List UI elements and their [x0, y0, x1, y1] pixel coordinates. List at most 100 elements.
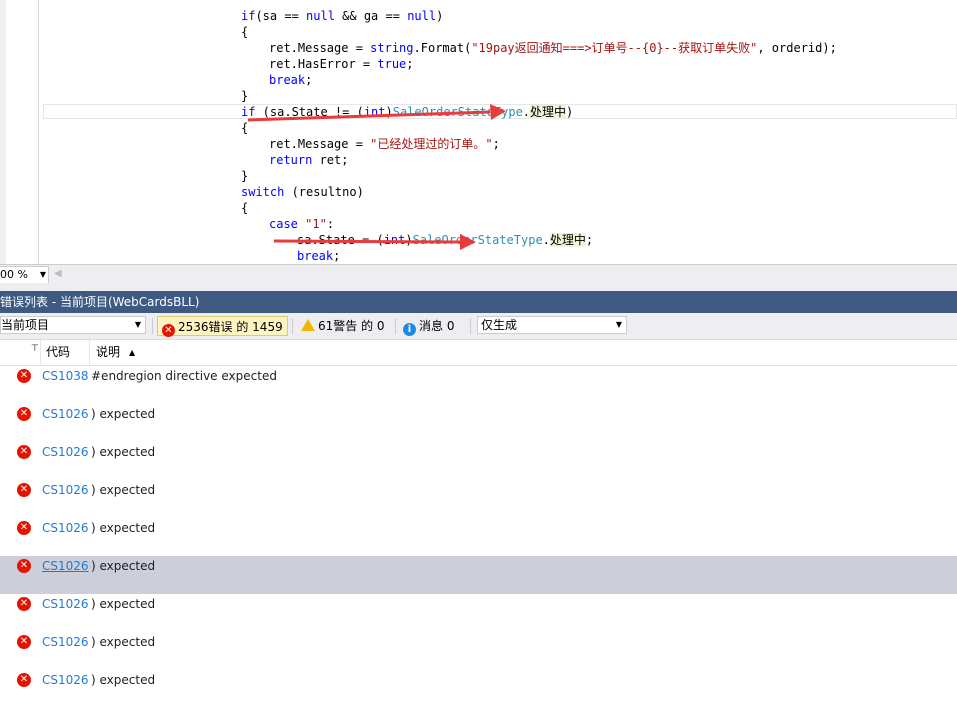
filter-icon[interactable]: ⊤ [31, 340, 39, 365]
error-code-link[interactable]: CS1026 [42, 407, 89, 421]
code-token: ; [492, 137, 500, 151]
toolbar-divider [470, 318, 471, 334]
error-description: ) expected [91, 635, 156, 649]
code-token: (sa == [255, 9, 307, 23]
column-divider [89, 340, 90, 365]
code-line: } [241, 168, 248, 184]
scroll-left-icon[interactable]: ◀ [54, 268, 62, 279]
red-arrow-2 [273, 234, 476, 250]
error-icon: ✕ [17, 673, 31, 687]
error-code-link[interactable]: CS1026 [42, 635, 89, 649]
build-filter-dropdown[interactable]: 仅生成 ▼ [477, 316, 627, 334]
code-token: (resultno) [284, 185, 364, 199]
keyword-token: null [407, 9, 437, 23]
keyword-token: if [241, 9, 256, 23]
messages-filter-button[interactable]: i 消息 0 [399, 316, 465, 336]
error-icon: ✕ [17, 445, 31, 459]
error-description: ) expected [91, 597, 156, 611]
table-row[interactable]: ✕ CS1026) expected [0, 670, 957, 708]
string-token: "已经处理过的订单。" [370, 137, 493, 151]
zoom-dropdown[interactable]: 00 % ▼ [0, 266, 49, 284]
error-description: ) expected [91, 559, 156, 573]
code-token: { [241, 201, 249, 215]
table-row[interactable]: ✕ CS1026) expected [0, 518, 957, 556]
code-line: ret.Message = string.Format("19pay返回通知==… [269, 40, 837, 56]
code-line: ret.HasError = true; [269, 56, 414, 72]
scope-dropdown[interactable]: 当前项目 ▼ [0, 316, 146, 334]
code-token: ret.Message = [269, 137, 371, 151]
table-row[interactable]: ✕ CS1026) expected [0, 556, 957, 594]
toolbar-divider [292, 318, 293, 334]
table-row[interactable]: ✕ CS1026) expected [0, 480, 957, 518]
column-header-desc[interactable]: 说明 [96, 340, 120, 365]
editor-gutter-divider [38, 0, 39, 264]
code-line: return ret; [269, 152, 348, 168]
error-code-link[interactable]: CS1026 [42, 521, 89, 535]
code-token: { [241, 25, 249, 39]
code-token: } [241, 169, 249, 183]
error-icon: ✕ [17, 521, 31, 535]
table-row[interactable]: ✕ CS1026) expected [0, 594, 957, 632]
error-icon: ✕ [17, 597, 31, 611]
code-token: ret.HasError = [269, 57, 378, 71]
warnings-filter-button[interactable]: 61警告 的 0 [297, 316, 389, 336]
error-code-link[interactable]: CS1038 [42, 369, 89, 383]
error-code-link[interactable]: CS1026 [42, 483, 89, 497]
keyword-token: true [377, 57, 407, 71]
string-token: "19pay返回通知===>订单号--{0}--获取订单失败" [471, 41, 758, 55]
table-row[interactable]: ✕ CS1026) expected [0, 442, 957, 480]
error-icon: ✕ [17, 407, 31, 421]
error-code-link[interactable]: CS1026 [42, 559, 89, 573]
build-filter-value: 仅生成 [481, 318, 518, 332]
code-line: break; [269, 72, 312, 88]
scope-value: 当前项目 [1, 318, 50, 332]
column-header-code[interactable]: 代码 [46, 340, 70, 365]
keyword-token: string [370, 41, 414, 55]
sort-ascending-icon: ▲ [129, 348, 136, 357]
code-token: ; [305, 73, 313, 87]
code-token: 处理中 [549, 233, 586, 247]
toolbar-divider [152, 318, 153, 334]
error-list-header: ⊤ 代码 说明 ▲ [0, 340, 957, 366]
error-icon: ✕ [17, 369, 31, 383]
editor-margin [0, 0, 6, 264]
error-code-link[interactable]: CS1026 [42, 445, 89, 459]
code-line: { [241, 24, 248, 40]
table-row[interactable]: ✕ CS1026) expected [0, 404, 957, 442]
error-icon: ✕ [17, 483, 31, 497]
info-icon: i [403, 323, 416, 336]
code-line: if(sa == null && ga == null) [241, 8, 443, 24]
errors-filter-button[interactable]: ✕ 2536错误 的 1459 [157, 316, 288, 337]
error-code-link[interactable]: CS1026 [42, 597, 89, 611]
toolbar-divider [395, 318, 396, 334]
code-token: ret; [312, 153, 349, 167]
keyword-token: return [269, 153, 313, 167]
code-line: switch (resultno) [241, 184, 364, 200]
code-token: ; [406, 57, 414, 71]
editor-status-bar: 00 % ▼ ◀ [0, 264, 957, 284]
error-description: ) expected [91, 521, 156, 535]
error-description: #endregion directive expected [91, 369, 277, 383]
code-editor[interactable]: if(sa == null && ga == null){ret.Message… [0, 0, 957, 264]
zoom-value: 00 % [0, 268, 28, 281]
chevron-down-icon: ▼ [39, 270, 46, 279]
error-icon: ✕ [162, 324, 175, 337]
code-line: ret.Message = "已经处理过的订单。"; [269, 136, 500, 152]
keyword-token: break [269, 73, 306, 87]
code-token: && ga == [334, 9, 408, 23]
errors-count: 2536错误 的 1459 [178, 320, 283, 334]
table-row[interactable]: ✕ CS1026) expected [0, 632, 957, 670]
error-description: ) expected [91, 673, 156, 687]
code-token: 处理中 [530, 105, 567, 119]
warnings-count: 61警告 的 0 [318, 319, 385, 333]
table-row[interactable]: ✕ CS1038 #endregion directive expected [0, 366, 957, 404]
error-description: ) expected [91, 445, 156, 459]
code-token: . [542, 233, 550, 247]
code-token: .Format( [413, 41, 472, 55]
error-code-link[interactable]: CS1026 [42, 673, 89, 687]
column-divider [40, 340, 41, 365]
panel-separator [0, 283, 957, 291]
code-line: { [241, 200, 248, 216]
keyword-token: null [306, 9, 335, 23]
code-token: ret.Message = [269, 41, 371, 55]
